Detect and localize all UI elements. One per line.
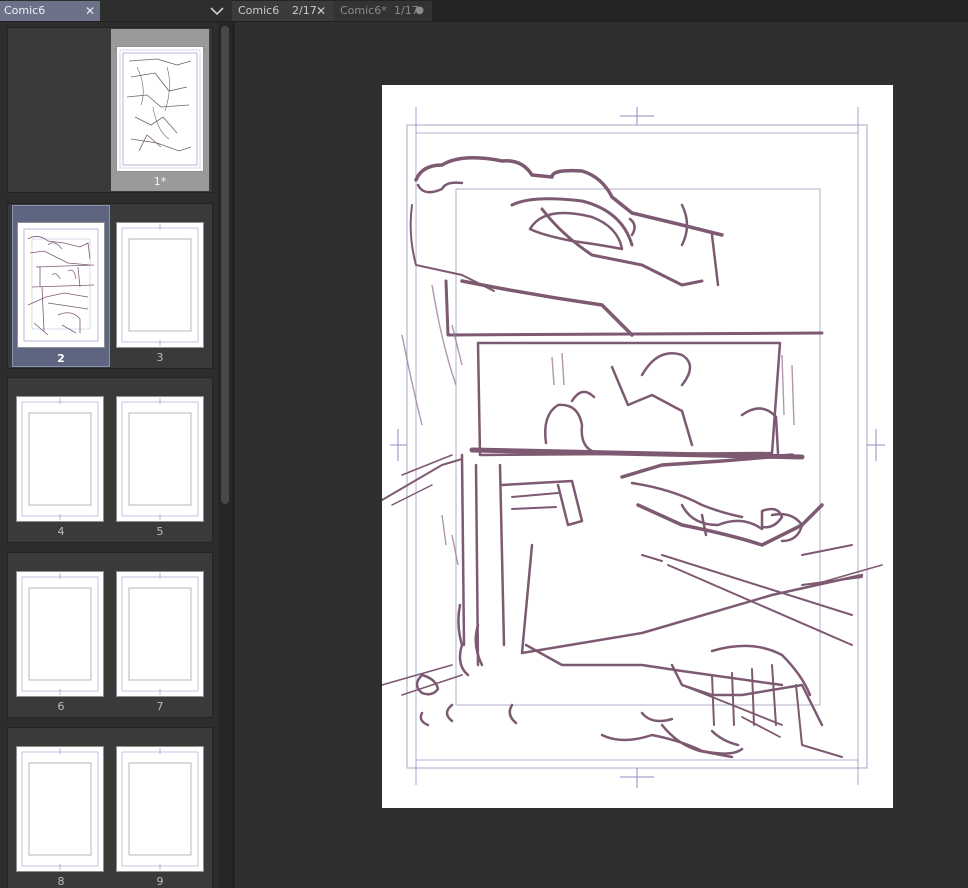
panel-divider[interactable] — [232, 22, 235, 888]
canvas-page[interactable] — [382, 85, 893, 808]
document-tab-active[interactable]: Comic6 2/17 ✕ — [232, 1, 334, 21]
page-thumbnail-1[interactable]: 1* — [111, 29, 209, 191]
page-preview — [116, 571, 204, 697]
page-preview — [16, 571, 104, 697]
page-thumbnail-9[interactable]: 9 — [111, 729, 209, 888]
page-preview — [16, 746, 104, 872]
empty-page-slot — [9, 29, 107, 191]
page-number: 8 — [57, 875, 65, 888]
page-preview — [116, 222, 204, 348]
page-manager-tab-label: Comic6 — [4, 4, 46, 17]
page-preview — [116, 46, 204, 172]
page-number: 4 — [57, 525, 65, 538]
page-thumbnail-5[interactable]: 5 — [111, 379, 209, 541]
document-tab-page-count: 2/17 — [292, 4, 317, 17]
close-icon[interactable]: ✕ — [84, 1, 96, 21]
page-manager-tab[interactable]: Comic6 ✕ — [0, 1, 100, 21]
page-spread: 8 9 — [7, 727, 213, 888]
page-list: 1* 2 3 4 5 6 7 8 9 — [0, 22, 218, 888]
page-manager-panel: Comic6 ✕ 1* 2 3 4 5 6 7 8 9 — [0, 0, 232, 888]
page-spread: 1* — [7, 27, 213, 193]
page-number: 7 — [156, 700, 164, 713]
chevron-down-icon[interactable] — [208, 2, 226, 20]
page-spread: 4 5 — [7, 377, 213, 543]
page-thumbnail-3[interactable]: 3 — [111, 205, 209, 367]
page-number: 6 — [57, 700, 65, 713]
page-thumbnail-2[interactable]: 2 — [12, 205, 110, 367]
page-thumbnail-6[interactable]: 6 — [12, 554, 110, 716]
scrollbar-thumb[interactable] — [221, 26, 229, 504]
document-tab[interactable]: Comic6* 1/17 ● — [334, 1, 432, 21]
document-tab-name: Comic6 — [238, 4, 280, 17]
page-list-scrollbar[interactable] — [218, 22, 232, 888]
page-number: 1* — [153, 175, 167, 188]
page-number: 9 — [156, 875, 164, 888]
close-icon[interactable]: ✕ — [316, 1, 326, 21]
page-thumbnail-7[interactable]: 7 — [111, 554, 209, 716]
page-manager-tabbar: Comic6 ✕ — [0, 0, 232, 22]
clip-studio-window: Comic6 ✕ 1* 2 3 4 5 6 7 8 9 Comic6 2/17 … — [0, 0, 968, 888]
page-thumbnail-8[interactable]: 8 — [12, 729, 110, 888]
document-tab-name: Comic6* — [340, 4, 387, 17]
sketch-drawing — [382, 107, 885, 788]
unsaved-dot-icon[interactable]: ● — [415, 1, 424, 21]
page-number: 2 — [57, 352, 65, 365]
document-tabbar: Comic6 2/17 ✕ Comic6* 1/17 ● — [232, 0, 968, 22]
page-preview — [17, 222, 105, 348]
page-number: 5 — [156, 525, 164, 538]
page-thumbnail-4[interactable]: 4 — [12, 379, 110, 541]
page-preview — [116, 396, 204, 522]
page-spread: 6 7 — [7, 552, 213, 718]
page-spread: 2 3 — [7, 203, 213, 369]
page-preview — [116, 746, 204, 872]
page-preview — [16, 396, 104, 522]
page-number: 3 — [156, 351, 164, 364]
